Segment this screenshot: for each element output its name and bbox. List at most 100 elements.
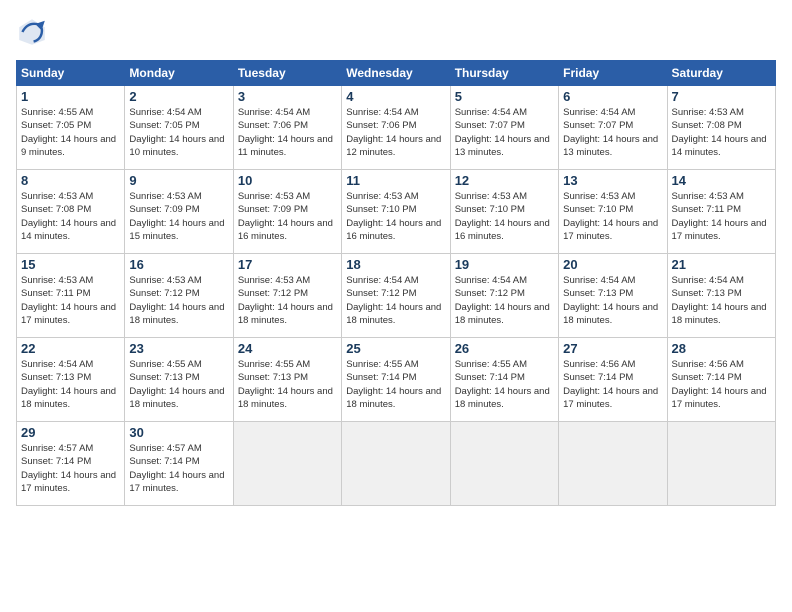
- day-number: 18: [346, 257, 445, 272]
- weekday-header-saturday: Saturday: [667, 61, 775, 86]
- day-info: Sunrise: 4:53 AMSunset: 7:10 PMDaylight:…: [346, 190, 445, 243]
- calendar-cell: 14 Sunrise: 4:53 AMSunset: 7:11 PMDayligh…: [667, 170, 775, 254]
- day-info: Sunrise: 4:54 AMSunset: 7:07 PMDaylight:…: [563, 106, 662, 159]
- week-row-2: 8Sunrise: 4:53 AMSunset: 7:08 PMDaylight…: [17, 170, 776, 254]
- day-info: Sunrise: 4:53 AMSunset: 7:12 PMDaylight:…: [129, 274, 228, 327]
- day-number: 5: [455, 89, 554, 104]
- day-number: 7: [672, 89, 771, 104]
- calendar-cell: 13 Sunrise: 4:53 AMSunset: 7:10 PMDayligh…: [559, 170, 667, 254]
- calendar-cell: 11 Sunrise: 4:53 AMSunset: 7:10 PMDayligh…: [342, 170, 450, 254]
- day-info: Sunrise: 4:55 AMSunset: 7:14 PMDaylight:…: [455, 358, 554, 411]
- logo: [16, 16, 52, 48]
- calendar-cell: 12 Sunrise: 4:53 AMSunset: 7:10 PMDayligh…: [450, 170, 558, 254]
- weekday-header-sunday: Sunday: [17, 61, 125, 86]
- header: [16, 16, 776, 48]
- calendar-cell: 7Sunrise: 4:53 AMSunset: 7:08 PMDaylight…: [667, 86, 775, 170]
- logo-icon: [16, 16, 48, 48]
- calendar-cell: 20Sunrise: 4:54 AMSunset: 7:13 PMDayligh…: [559, 254, 667, 338]
- week-row-1: 1 Sunrise: 4:55 AMSunset: 7:05 PMDaylight…: [17, 86, 776, 170]
- day-number: 20: [563, 257, 662, 272]
- calendar-cell: [559, 422, 667, 506]
- day-info: Sunrise: 4:53 AMSunset: 7:09 PMDaylight:…: [238, 190, 337, 243]
- day-info: Sunrise: 4:56 AMSunset: 7:14 PMDaylight:…: [563, 358, 662, 411]
- day-info: Sunrise: 4:57 AMSunset: 7:14 PMDaylight:…: [129, 442, 228, 495]
- day-number: 1: [21, 89, 120, 104]
- day-number: 3: [238, 89, 337, 104]
- week-row-5: 29 Sunrise: 4:57 AMSunset: 7:14 PMDayligh…: [17, 422, 776, 506]
- calendar-cell: 10 Sunrise: 4:53 AMSunset: 7:09 PMDayligh…: [233, 170, 341, 254]
- day-number: 12: [455, 173, 554, 188]
- calendar-cell: 25 Sunrise: 4:55 AMSunset: 7:14 PMDayligh…: [342, 338, 450, 422]
- day-number: 4: [346, 89, 445, 104]
- week-row-3: 15Sunrise: 4:53 AMSunset: 7:11 PMDayligh…: [17, 254, 776, 338]
- week-row-4: 22Sunrise: 4:54 AMSunset: 7:13 PMDayligh…: [17, 338, 776, 422]
- calendar-cell: 3 Sunrise: 4:54 AMSunset: 7:06 PMDaylight…: [233, 86, 341, 170]
- day-info: Sunrise: 4:54 AMSunset: 7:12 PMDaylight:…: [346, 274, 445, 327]
- calendar: SundayMondayTuesdayWednesdayThursdayFrid…: [16, 60, 776, 506]
- calendar-cell: 8Sunrise: 4:53 AMSunset: 7:08 PMDaylight…: [17, 170, 125, 254]
- weekday-header-wednesday: Wednesday: [342, 61, 450, 86]
- day-number: 29: [21, 425, 120, 440]
- calendar-cell: 26 Sunrise: 4:55 AMSunset: 7:14 PMDayligh…: [450, 338, 558, 422]
- calendar-cell: [667, 422, 775, 506]
- day-number: 27: [563, 341, 662, 356]
- day-number: 21: [672, 257, 771, 272]
- calendar-cell: 28 Sunrise: 4:56 AMSunset: 7:14 PMDayligh…: [667, 338, 775, 422]
- calendar-cell: 21Sunrise: 4:54 AMSunset: 7:13 PMDayligh…: [667, 254, 775, 338]
- page: SundayMondayTuesdayWednesdayThursdayFrid…: [0, 0, 792, 612]
- day-info: Sunrise: 4:53 AMSunset: 7:08 PMDaylight:…: [21, 190, 120, 243]
- day-info: Sunrise: 4:54 AMSunset: 7:06 PMDaylight:…: [238, 106, 337, 159]
- calendar-cell: [450, 422, 558, 506]
- calendar-cell: 29Sunrise: 4:57 AMSunset: 7:14 PMDayligh…: [17, 422, 125, 506]
- weekday-header-friday: Friday: [559, 61, 667, 86]
- day-number: 24: [238, 341, 337, 356]
- day-number: 23: [129, 341, 228, 356]
- calendar-cell: [233, 422, 341, 506]
- day-number: 13: [563, 173, 662, 188]
- day-number: 11: [346, 173, 445, 188]
- day-number: 6: [563, 89, 662, 104]
- weekday-header-monday: Monday: [125, 61, 233, 86]
- calendar-cell: 24 Sunrise: 4:55 AMSunset: 7:13 PMDayligh…: [233, 338, 341, 422]
- day-number: 14: [672, 173, 771, 188]
- day-number: 22: [21, 341, 120, 356]
- day-number: 17: [238, 257, 337, 272]
- day-info: Sunrise: 4:55 AMSunset: 7:05 PMDaylight:…: [21, 106, 120, 159]
- day-number: 26: [455, 341, 554, 356]
- day-info: Sunrise: 4:56 AMSunset: 7:14 PMDaylight:…: [672, 358, 771, 411]
- weekday-header-thursday: Thursday: [450, 61, 558, 86]
- day-info: Sunrise: 4:55 AMSunset: 7:14 PMDaylight:…: [346, 358, 445, 411]
- calendar-cell: 30 Sunrise: 4:57 AMSunset: 7:14 PMDayligh…: [125, 422, 233, 506]
- calendar-cell: 2 Sunrise: 4:54 AMSunset: 7:05 PMDaylight…: [125, 86, 233, 170]
- day-info: Sunrise: 4:53 AMSunset: 7:09 PMDaylight:…: [129, 190, 228, 243]
- day-info: Sunrise: 4:53 AMSunset: 7:11 PMDaylight:…: [672, 190, 771, 243]
- day-info: Sunrise: 4:53 AMSunset: 7:10 PMDaylight:…: [455, 190, 554, 243]
- calendar-cell: 27 Sunrise: 4:56 AMSunset: 7:14 PMDayligh…: [559, 338, 667, 422]
- calendar-cell: 22Sunrise: 4:54 AMSunset: 7:13 PMDayligh…: [17, 338, 125, 422]
- day-info: Sunrise: 4:54 AMSunset: 7:05 PMDaylight:…: [129, 106, 228, 159]
- day-number: 28: [672, 341, 771, 356]
- day-info: Sunrise: 4:53 AMSunset: 7:10 PMDaylight:…: [563, 190, 662, 243]
- day-number: 2: [129, 89, 228, 104]
- calendar-cell: 23 Sunrise: 4:55 AMSunset: 7:13 PMDayligh…: [125, 338, 233, 422]
- day-info: Sunrise: 4:53 AMSunset: 7:11 PMDaylight:…: [21, 274, 120, 327]
- day-info: Sunrise: 4:54 AMSunset: 7:12 PMDaylight:…: [455, 274, 554, 327]
- weekday-header-row: SundayMondayTuesdayWednesdayThursdayFrid…: [17, 61, 776, 86]
- day-info: Sunrise: 4:54 AMSunset: 7:06 PMDaylight:…: [346, 106, 445, 159]
- calendar-cell: 6 Sunrise: 4:54 AMSunset: 7:07 PMDaylight…: [559, 86, 667, 170]
- calendar-cell: 15Sunrise: 4:53 AMSunset: 7:11 PMDayligh…: [17, 254, 125, 338]
- day-number: 25: [346, 341, 445, 356]
- day-info: Sunrise: 4:55 AMSunset: 7:13 PMDaylight:…: [129, 358, 228, 411]
- calendar-cell: 19Sunrise: 4:54 AMSunset: 7:12 PMDayligh…: [450, 254, 558, 338]
- day-info: Sunrise: 4:55 AMSunset: 7:13 PMDaylight:…: [238, 358, 337, 411]
- day-number: 9: [129, 173, 228, 188]
- calendar-cell: [342, 422, 450, 506]
- day-number: 16: [129, 257, 228, 272]
- calendar-cell: 4 Sunrise: 4:54 AMSunset: 7:06 PMDaylight…: [342, 86, 450, 170]
- day-number: 30: [129, 425, 228, 440]
- calendar-cell: 9 Sunrise: 4:53 AMSunset: 7:09 PMDaylight…: [125, 170, 233, 254]
- day-number: 10: [238, 173, 337, 188]
- calendar-cell: 1 Sunrise: 4:55 AMSunset: 7:05 PMDaylight…: [17, 86, 125, 170]
- calendar-cell: 17Sunrise: 4:53 AMSunset: 7:12 PMDayligh…: [233, 254, 341, 338]
- calendar-cell: 5Sunrise: 4:54 AMSunset: 7:07 PMDaylight…: [450, 86, 558, 170]
